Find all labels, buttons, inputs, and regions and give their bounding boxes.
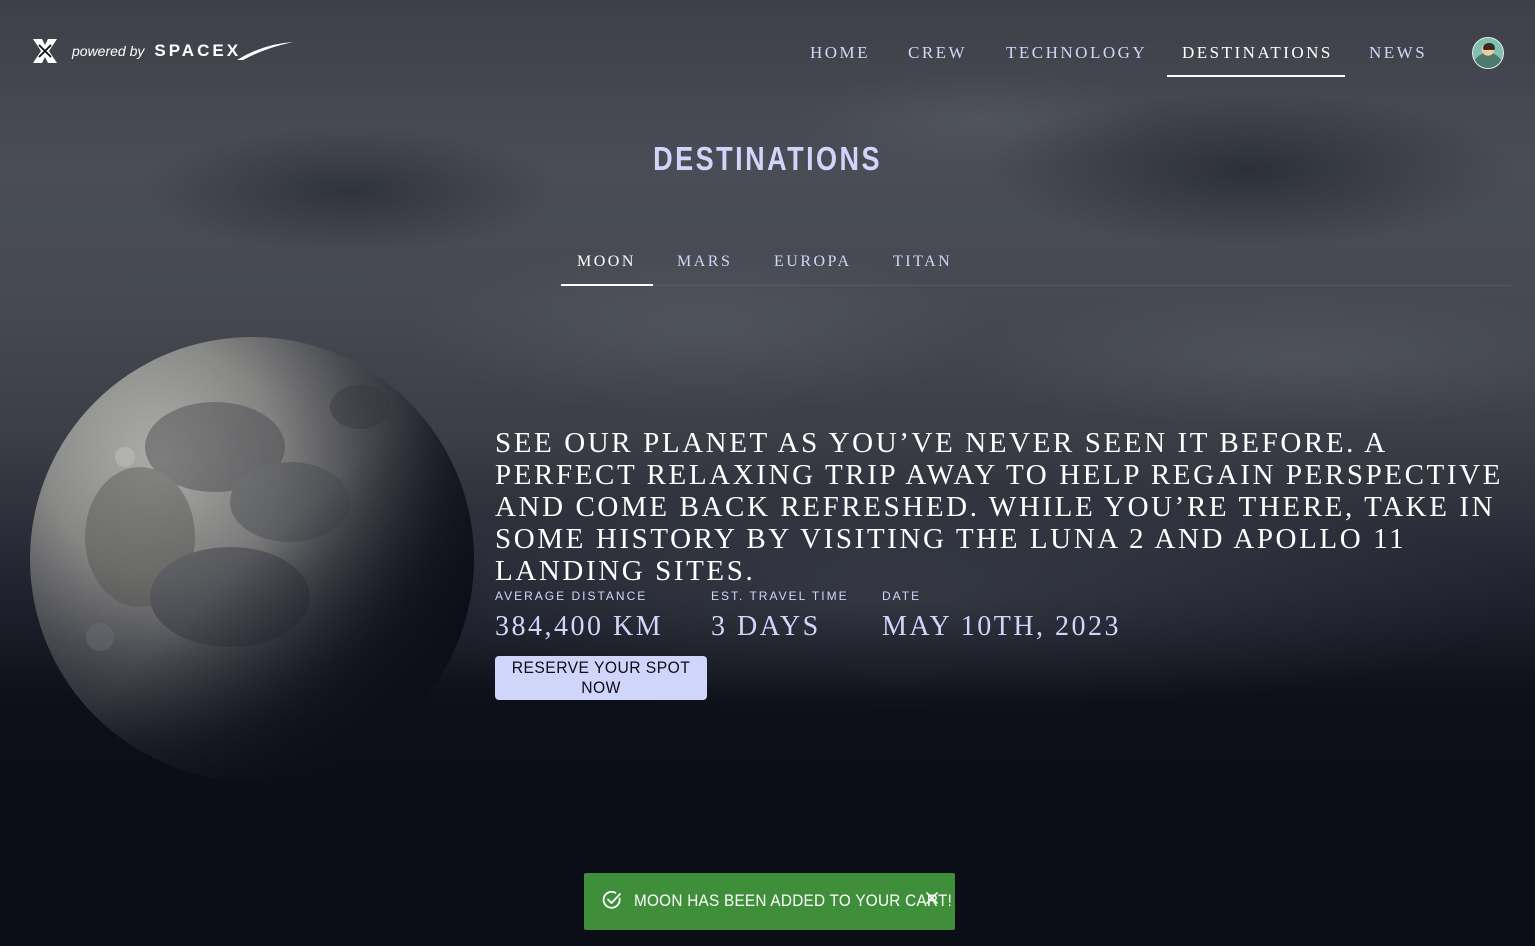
stat-value-travel-time: 3 DAYS xyxy=(711,611,821,642)
cart-toast: MOON HAS BEEN ADDED TO YOUR CART! xyxy=(584,873,955,930)
nav-destinations[interactable]: DESTINATIONS xyxy=(1182,43,1333,63)
spacex-x-logo-icon xyxy=(33,39,57,63)
tab-mars[interactable]: MARS xyxy=(677,253,732,271)
stat-value-distance: 384,400 KM xyxy=(495,611,664,642)
tab-europa[interactable]: EUROPA xyxy=(774,253,852,271)
logo[interactable]: powered by SPACEX xyxy=(30,36,293,66)
moon-image xyxy=(30,337,475,782)
close-icon[interactable] xyxy=(924,890,940,906)
user-avatar[interactable] xyxy=(1472,37,1504,69)
tab-titan[interactable]: TITAN xyxy=(893,253,952,271)
reserve-spot-button[interactable]: RESERVE YOUR SPOT NOW xyxy=(495,656,707,700)
destination-description: See our planet as you’ve never seen it b… xyxy=(495,427,1503,587)
site-header: powered by SPACEX HOME CREW TECHNOLOGY D… xyxy=(0,0,1535,100)
spacex-swoosh-icon xyxy=(237,42,293,60)
stat-label-travel-time: EST. TRAVEL TIME xyxy=(711,589,849,603)
toast-message: MOON HAS BEEN ADDED TO YOUR CART! xyxy=(634,891,953,910)
reserve-spot-label: RESERVE YOUR SPOT NOW xyxy=(511,658,691,697)
nav-news[interactable]: NEWS xyxy=(1369,43,1427,63)
tab-moon[interactable]: MOON xyxy=(577,253,636,271)
stat-label-date: DATE xyxy=(882,589,922,603)
stat-value-date: MAY 10TH, 2023 xyxy=(882,611,1122,642)
tab-active-indicator xyxy=(561,284,653,286)
nav-crew[interactable]: CREW xyxy=(908,43,967,63)
nav-technology[interactable]: TECHNOLOGY xyxy=(1006,43,1147,63)
nav-home[interactable]: HOME xyxy=(810,43,870,63)
nav-active-indicator xyxy=(1167,75,1345,77)
check-circle-icon xyxy=(602,890,621,909)
tabs-divider xyxy=(561,285,1511,286)
avatar-hair xyxy=(1483,43,1495,50)
stat-label-distance: AVERAGE DISTANCE xyxy=(495,589,648,603)
logo-tagline: powered by xyxy=(72,43,145,59)
spacex-wordmark: SPACEX xyxy=(154,41,242,60)
page-title: DESTINATIONS xyxy=(653,140,883,177)
